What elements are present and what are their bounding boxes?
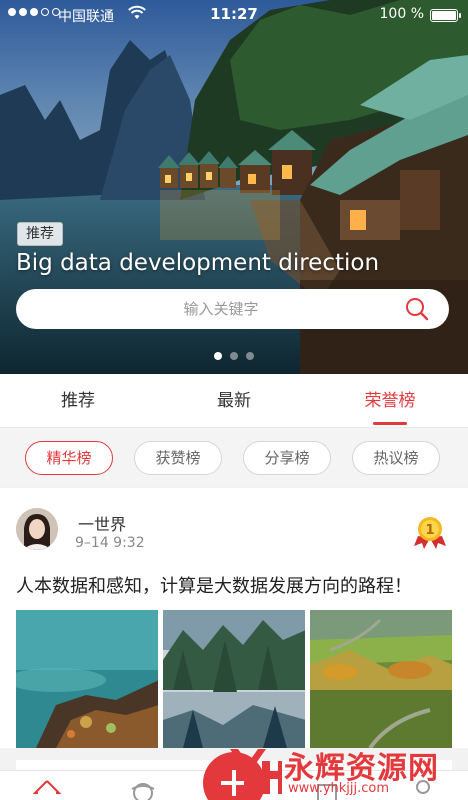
discover-icon[interactable] <box>128 777 158 800</box>
carousel-dot[interactable] <box>230 352 238 360</box>
hero-banner[interactable]: 中国联通 11:27 100 % 推荐 Big data development… <box>0 0 468 374</box>
tab-recommend[interactable]: 推荐 <box>0 374 156 427</box>
post-image-meadow[interactable] <box>310 610 452 748</box>
carousel-dot[interactable] <box>214 352 222 360</box>
filter-featured[interactable]: 精华榜 <box>25 440 113 475</box>
watermark-logo-icon <box>230 749 282 794</box>
carousel-indicator <box>0 352 468 360</box>
filter-most-shared[interactable]: 分享榜 <box>243 440 331 475</box>
carousel-dot[interactable] <box>246 352 254 360</box>
post-image-forest[interactable] <box>163 610 305 748</box>
medal-rank: 1 <box>425 523 434 538</box>
post-image-underwater[interactable] <box>16 610 158 748</box>
tab-latest[interactable]: 最新 <box>156 374 312 427</box>
search-icon[interactable] <box>405 297 429 321</box>
recommend-tag: 推荐 <box>17 222 63 246</box>
author-name[interactable]: 一世界 <box>78 511 126 535</box>
gold-medal-icon: 1 <box>414 517 446 549</box>
post-card[interactable]: 一世界 9–14 9:32 1 人本数据和感知，计算是大数据发展方向的路程！ <box>0 488 468 748</box>
tab-honor-board[interactable]: 荣誉榜 <box>312 374 468 427</box>
ranking-filters: 精华榜 获赞榜 分享榜 热议榜 <box>0 428 468 487</box>
category-tabs: 推荐 最新 荣誉榜 <box>0 374 468 428</box>
screen: 中国联通 11:27 100 % 推荐 Big data development… <box>0 0 468 800</box>
battery-icon <box>430 9 461 22</box>
post-timestamp: 9–14 9:32 <box>75 535 145 551</box>
search-bar[interactable] <box>16 289 449 329</box>
home-icon[interactable] <box>32 777 62 800</box>
post-images <box>16 610 452 748</box>
status-bar: 中国联通 11:27 100 % <box>0 0 468 30</box>
watermark: 永辉资源网 www.yhkjjj.com <box>222 737 468 800</box>
battery-label: 100 % <box>379 6 424 22</box>
search-input[interactable] <box>36 289 406 329</box>
filter-most-liked[interactable]: 获赞榜 <box>134 440 222 475</box>
avatar[interactable] <box>16 508 58 550</box>
post-content[interactable]: 人本数据和感知，计算是大数据发展方向的路程！ <box>16 572 412 598</box>
watermark-url: www.yhkjjj.com <box>288 781 390 796</box>
filter-hot-discussion[interactable]: 热议榜 <box>352 440 440 475</box>
banner-title[interactable]: Big data development direction <box>16 250 379 276</box>
